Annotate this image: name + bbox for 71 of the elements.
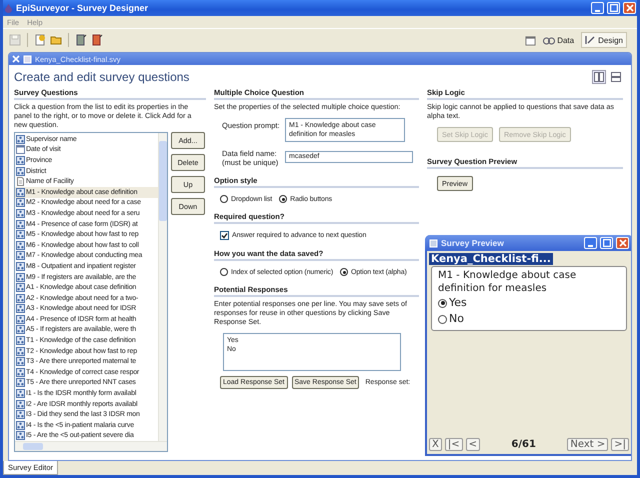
book-icon[interactable] <box>75 34 87 46</box>
nav-button[interactable]: Next > <box>567 438 608 451</box>
close-icon <box>626 4 634 12</box>
minimize-button[interactable] <box>584 237 597 249</box>
multiple-choice-icon <box>16 357 25 366</box>
vertical-scrollbar[interactable] <box>158 133 167 442</box>
multiple-choice-icon <box>16 262 25 271</box>
multiple-choice-icon <box>16 420 25 430</box>
maximize-button[interactable] <box>607 2 620 14</box>
page-title: Create and edit survey questions <box>14 70 190 84</box>
nav-button[interactable]: < <box>466 438 480 451</box>
answer-option[interactable]: No <box>438 311 620 327</box>
multiple-choice-icon <box>16 251 25 260</box>
multiple-choice-icon <box>16 314 25 324</box>
window-title: EpiSurveyor - Survey Designer <box>16 3 148 13</box>
horizontal-scrollbar[interactable] <box>15 441 167 452</box>
question-text: M1 - Knowledge about case definition for measles <box>438 269 578 295</box>
nav-button[interactable]: |< <box>444 438 463 451</box>
pencil-icon <box>585 35 596 45</box>
multiple-choice-icon <box>16 166 25 176</box>
maximize-icon <box>602 239 610 247</box>
view-tab[interactable]: Data <box>539 32 578 48</box>
multiple-choice-icon <box>16 208 25 218</box>
page-counter: 6/61 <box>511 439 536 450</box>
close-button[interactable] <box>623 2 636 14</box>
check-icon <box>221 232 228 239</box>
multiple-choice-icon <box>16 272 25 282</box>
close-button[interactable] <box>616 237 629 249</box>
view-tab[interactable]: Design <box>581 32 627 48</box>
minimize-button[interactable] <box>591 2 604 14</box>
multiple-choice-icon <box>16 283 25 292</box>
multiple-choice-icon <box>16 431 25 440</box>
multiple-choice-icon <box>16 378 25 388</box>
multiple-choice-icon <box>16 230 25 240</box>
book-icon[interactable] <box>91 34 103 46</box>
multiple-choice-icon <box>16 198 25 208</box>
survey-name: Kenya_Checklist-fi... <box>429 253 553 265</box>
answer-option[interactable]: Yes <box>438 295 620 311</box>
multiple-choice-icon <box>16 336 25 346</box>
window-title: Survey Preview <box>441 238 504 248</box>
multiple-choice-icon <box>16 134 25 144</box>
layout-button[interactable] <box>592 70 606 84</box>
maximize-icon <box>610 4 618 12</box>
multiple-choice-icon <box>16 188 25 197</box>
multiple-choice-icon <box>16 368 25 377</box>
multiple-choice-icon <box>16 220 25 229</box>
multiple-choice-icon <box>16 410 25 420</box>
maximize-button[interactable] <box>600 237 613 249</box>
layout-button[interactable] <box>609 70 623 84</box>
close-icon <box>618 239 626 247</box>
document-icon[interactable] <box>34 34 46 46</box>
multiple-choice-icon <box>16 389 25 398</box>
nav-button[interactable]: X <box>429 438 442 451</box>
multiple-choice-icon <box>16 325 25 334</box>
columns-icon <box>594 72 604 82</box>
text-document-icon <box>16 177 25 186</box>
app-icon <box>4 4 13 12</box>
folder-icon[interactable] <box>50 34 62 46</box>
nav-button[interactable]: >| <box>611 438 629 451</box>
binoculars-icon <box>543 35 556 45</box>
calendar-icon <box>16 145 25 154</box>
rows-icon <box>611 72 621 82</box>
close-icon <box>12 55 20 63</box>
multiple-choice-icon <box>16 240 25 250</box>
multiple-choice-icon <box>16 400 25 409</box>
app-icon <box>429 238 438 248</box>
multiple-choice-icon <box>16 304 25 314</box>
multiple-choice-icon <box>16 156 25 165</box>
window-icon[interactable] <box>525 34 536 46</box>
multiple-choice-icon <box>16 346 25 356</box>
multiple-choice-icon <box>16 294 25 303</box>
